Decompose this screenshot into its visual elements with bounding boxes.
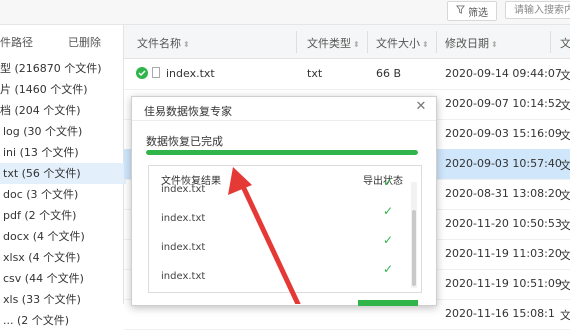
sidebar-header-path: 件路径 <box>0 36 33 49</box>
recovery-status: 数据恢复已完成 <box>146 135 223 148</box>
sidebar-item[interactable]: 档 (204 个文件) <box>0 100 123 121</box>
sidebar: 件路径 已删除 型 (216870 个文件) 片 (1460 个文件) 档 (204… <box>0 25 126 327</box>
column-header-extra[interactable]: 文 <box>560 35 570 51</box>
recovery-dialog: 佳易数据恢复专家 ✕ 数据恢复已完成 文件恢复结果 导出状态 index.txt… <box>131 96 437 306</box>
checkmark-icon: ✓ <box>383 262 394 276</box>
sidebar-item[interactable]: docx (4 个文件) <box>0 226 126 247</box>
filter-button[interactable]: 筛选 <box>447 1 497 21</box>
result-list: 文件恢复结果 导出状态 index.txt ✓ index.txt ✓ index.tx… <box>148 165 422 293</box>
modified-date-cell: 2020-11-20 10:50:53 <box>445 217 562 230</box>
checkmark-icon: ✓ <box>383 233 394 247</box>
modified-date-cell: 2020-09-07 10:14:52 <box>445 97 562 110</box>
dialog-divider <box>132 120 436 121</box>
sidebar-item[interactable]: pdf (2 个文件) <box>0 205 126 226</box>
file-name-cell: index.txt <box>166 67 215 80</box>
modified-date-cell: 2020-09-03 15:16:09 <box>445 127 562 140</box>
column-header-name[interactable]: 文件名称 ⬍ <box>137 35 190 51</box>
document-icon <box>152 67 160 81</box>
scrollbar-thumb[interactable] <box>412 210 416 286</box>
modified-date-cell: 2020-09-14 09:44:07 <box>445 67 562 80</box>
file-type-cell: txt <box>307 67 323 80</box>
sidebar-item[interactable]: ... (2 个文件) <box>0 310 126 331</box>
sidebar-item[interactable]: 片 (1460 个文件) <box>0 79 123 100</box>
sidebar-item[interactable]: ini (13 个文件) <box>0 142 126 163</box>
result-file-name: index.txt <box>161 184 206 195</box>
extra-cell: 文 <box>560 99 570 112</box>
sidebar-item[interactable]: doc (3 个文件) <box>0 184 126 205</box>
result-file-name: index.txt <box>161 271 206 282</box>
modified-date-cell: 2020-11-16 15:08:1 <box>445 307 555 320</box>
checkmark-icon: ✓ <box>383 204 394 218</box>
modified-date-cell: 2020-08-31 13:08:20 <box>445 187 562 200</box>
result-file-name: index.txt <box>161 242 206 253</box>
sidebar-header-deleted: 已删除 <box>68 36 101 49</box>
extra-cell: 文 <box>560 279 570 292</box>
filter-label: 筛选 <box>468 7 488 19</box>
sidebar-item[interactable]: xlsx (4 个文件) <box>0 247 126 268</box>
modified-date-cell: 2020-11-19 11:03:20 <box>445 247 562 260</box>
check-circle-icon <box>136 67 148 82</box>
sidebar-item[interactable]: csv (44 个文件) <box>0 268 126 289</box>
extra-cell: 文 <box>560 189 570 202</box>
sidebar-item[interactable]: 型 (216870 个文件) <box>0 58 123 79</box>
extra-cell: 文 <box>560 159 570 172</box>
column-header-size[interactable]: 文件大小 ⬍ <box>376 35 429 51</box>
result-file-name: index.txt <box>161 213 206 224</box>
close-icon[interactable]: ✕ <box>414 100 428 114</box>
sidebar-item[interactable]: txt (56 个文件) <box>0 163 126 184</box>
table-row[interactable]: index.txt txt 66 B 2020-09-14 09:44:07 文 <box>124 59 570 90</box>
column-header-date[interactable]: 修改日期 ⬍ <box>445 35 498 51</box>
column-header-type[interactable]: 文件类型 ⬍ <box>307 35 360 51</box>
search-input[interactable]: 请输入搜索内 <box>505 1 570 19</box>
progress-fill <box>146 150 418 155</box>
progress-bar <box>146 150 418 155</box>
sidebar-header: 件路径 已删除 <box>0 34 123 50</box>
dialog-title: 佳易数据恢复专家 <box>144 105 232 118</box>
file-list-header: 文件名称 ⬍ 文件类型 ⬍ 文件大小 ⬍ 修改日期 ⬍ 文 <box>124 25 570 59</box>
extra-cell: 文 <box>560 219 570 232</box>
funnel-icon <box>456 5 465 17</box>
checkmark-icon: ✓ <box>383 175 394 189</box>
extra-cell: 文 <box>560 69 570 82</box>
extra-cell: 文 <box>560 129 570 142</box>
modified-date-cell: 2020-09-03 10:57:40 <box>445 157 562 170</box>
sidebar-item[interactable]: xls (33 个文件) <box>0 289 126 310</box>
extra-cell: 文 <box>560 249 570 262</box>
extra-cell: 文 <box>560 309 570 322</box>
file-size-cell: 66 B <box>376 67 402 80</box>
modified-date-cell: 2020-11-19 10:51:09 <box>445 277 562 290</box>
sidebar-item[interactable]: log (30 个文件) <box>0 121 126 142</box>
dialog-confirm-button[interactable] <box>358 300 418 306</box>
